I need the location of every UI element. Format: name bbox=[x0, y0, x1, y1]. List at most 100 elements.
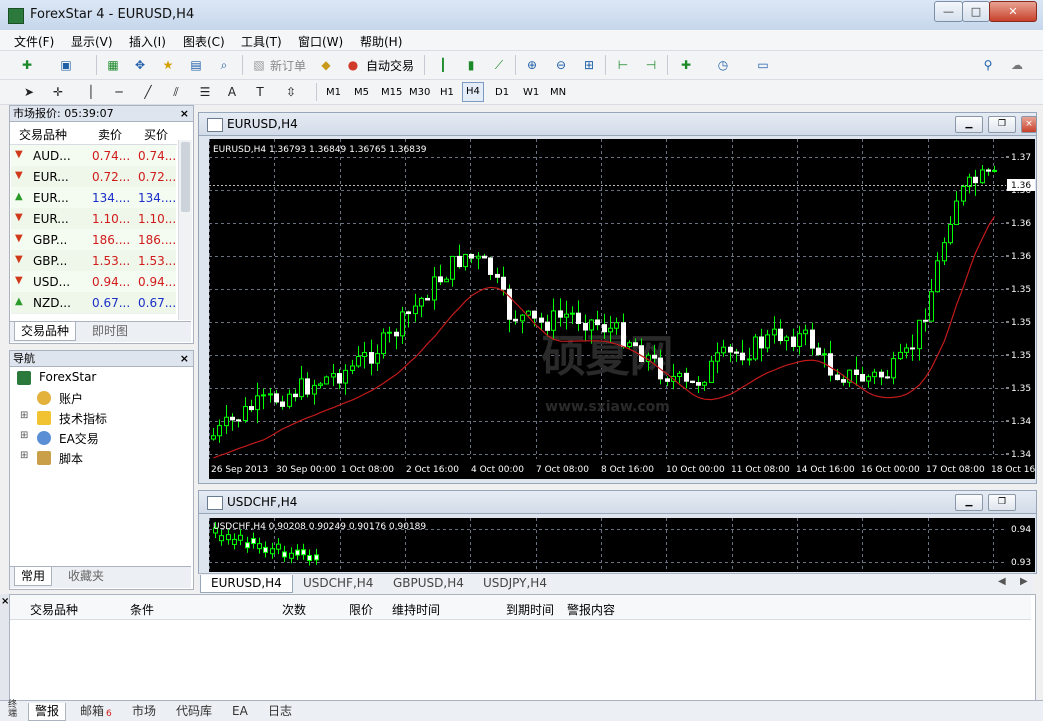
tab-journal[interactable]: 日志 bbox=[262, 703, 298, 720]
auto-trade-button[interactable]: 自动交易 bbox=[366, 57, 414, 74]
chat-icon[interactable]: ☁ bbox=[1008, 56, 1026, 74]
col-message[interactable]: 警报内容 bbox=[567, 601, 615, 618]
market-watch-row[interactable]: ▲ NZD... 0.67... 0.67... bbox=[11, 292, 176, 314]
chart-tab-eurusd[interactable]: EURUSD,H4 bbox=[200, 575, 293, 593]
chart-tab-gbpusd[interactable]: GBPUSD,H4 bbox=[383, 575, 474, 592]
menu-charts[interactable]: 图表(C) bbox=[183, 33, 225, 50]
eurusd-candlestick-chart[interactable]: 硕夏网www.sxiaw.comEURUSD,H4 1.36793 1.3684… bbox=[209, 139, 1035, 479]
periods-icon[interactable]: ◷ bbox=[714, 56, 732, 74]
chart-tab-usdchf[interactable]: USDCHF,H4 bbox=[293, 575, 383, 592]
market-watch-icon[interactable]: ▦ bbox=[104, 56, 122, 74]
minimize-button[interactable]: — bbox=[934, 1, 963, 22]
tab-tick-chart[interactable]: 即时图 bbox=[86, 322, 134, 340]
close-icon[interactable]: × bbox=[180, 351, 189, 366]
chart-minimize-button[interactable]: ▁ bbox=[955, 494, 983, 511]
close-icon[interactable]: × bbox=[180, 106, 189, 121]
tf-mn[interactable]: MN bbox=[547, 84, 569, 102]
candlestick-icon[interactable]: ▮ bbox=[462, 56, 480, 74]
tab-common[interactable]: 常用 bbox=[14, 567, 53, 586]
nav-indicators[interactable]: 技术指标 bbox=[59, 410, 107, 427]
expand-icon[interactable]: ⊞ bbox=[20, 410, 28, 421]
chart-minimize-button[interactable]: ▁ bbox=[955, 116, 983, 133]
expand-icon[interactable]: ⊞ bbox=[20, 430, 28, 441]
search-icon[interactable]: ⚲ bbox=[979, 56, 997, 74]
new-order-button[interactable]: 新订单 bbox=[270, 57, 306, 74]
market-watch-row[interactable]: ▼ GBP... 186.... 186.... bbox=[11, 229, 176, 251]
market-watch-row[interactable]: ▼ EUR... 0.72... 0.72... bbox=[11, 166, 176, 188]
tab-alerts[interactable]: 警报 bbox=[28, 703, 67, 721]
auto-trade-icon[interactable]: ● bbox=[344, 56, 362, 74]
col-bid[interactable]: 卖价 bbox=[98, 126, 122, 143]
tf-h1[interactable]: H1 bbox=[437, 84, 457, 102]
horizontal-line-icon[interactable]: ─ bbox=[110, 83, 128, 101]
chart-shift-icon[interactable]: ⊣ bbox=[642, 56, 660, 74]
fibonacci-icon[interactable]: ☰ bbox=[196, 83, 214, 101]
bar-chart-icon[interactable]: ┃ bbox=[434, 56, 452, 74]
chart-restore-button[interactable]: ❐ bbox=[988, 116, 1016, 133]
tab-codebase[interactable]: 代码库 bbox=[170, 703, 218, 720]
col-counter[interactable]: 次数 bbox=[282, 601, 306, 618]
tf-m1[interactable]: M1 bbox=[323, 84, 344, 102]
chart-tab-usdjpy[interactable]: USDJPY,H4 bbox=[473, 575, 557, 592]
menu-tools[interactable]: 工具(T) bbox=[241, 33, 282, 50]
col-symbol[interactable]: 交易品种 bbox=[19, 126, 67, 143]
cursor-icon[interactable]: ➤ bbox=[20, 83, 38, 101]
scroll-left-icon[interactable]: ◀ bbox=[998, 576, 1006, 587]
tf-h4[interactable]: H4 bbox=[462, 82, 484, 102]
menu-help[interactable]: 帮助(H) bbox=[360, 33, 402, 50]
profiles-icon[interactable]: ▣ bbox=[57, 56, 75, 74]
auto-scroll-icon[interactable]: ⊢ bbox=[614, 56, 632, 74]
trendline-icon[interactable]: ╱ bbox=[139, 83, 157, 101]
close-button[interactable]: ✕ bbox=[989, 1, 1037, 22]
tile-windows-icon[interactable]: ⊞ bbox=[580, 56, 598, 74]
line-chart-icon[interactable]: ⟋ bbox=[490, 56, 508, 74]
col-timeout[interactable]: 维持时间 bbox=[392, 601, 440, 618]
menu-view[interactable]: 显示(V) bbox=[71, 33, 113, 50]
market-watch-scrollbar[interactable] bbox=[178, 140, 192, 320]
arrows-icon[interactable]: ⇳ bbox=[282, 83, 300, 101]
channel-icon[interactable]: ⫽ bbox=[167, 83, 185, 101]
col-symbol[interactable]: 交易品种 bbox=[30, 601, 78, 618]
nav-accounts[interactable]: 账户 bbox=[59, 390, 83, 407]
new-chart-icon[interactable]: ✚ bbox=[18, 56, 36, 74]
indicators-icon[interactable]: ✚ bbox=[677, 56, 695, 74]
usdchf-candlestick-chart[interactable]: USDCHF,H4 0.90208 0.90249 0.90176 0.9018… bbox=[209, 518, 1035, 572]
tab-ea[interactable]: EA bbox=[226, 703, 254, 720]
scroll-right-icon[interactable]: ▶ bbox=[1020, 576, 1028, 587]
menu-window[interactable]: 窗口(W) bbox=[298, 33, 343, 50]
tab-market[interactable]: 市场 bbox=[126, 703, 162, 720]
data-window-icon[interactable]: ✥ bbox=[131, 56, 149, 74]
navigator-icon[interactable]: ★ bbox=[159, 56, 177, 74]
templates-icon[interactable]: ▭ bbox=[754, 56, 772, 74]
chart-close-button[interactable]: × bbox=[1021, 116, 1037, 133]
metaeditor-icon[interactable]: ◆ bbox=[317, 56, 335, 74]
market-watch-row[interactable]: ▼ GBP... 1.53... 1.53... bbox=[11, 250, 176, 272]
tab-mailbox[interactable]: 邮箱 bbox=[74, 703, 110, 720]
crosshair-icon[interactable]: ✛ bbox=[49, 83, 67, 101]
col-limit[interactable]: 限价 bbox=[349, 601, 373, 618]
zoom-out-icon[interactable]: ⊖ bbox=[552, 56, 570, 74]
tf-w1[interactable]: W1 bbox=[520, 84, 542, 102]
maximize-button[interactable]: □ bbox=[962, 1, 990, 22]
menu-file[interactable]: 文件(F) bbox=[14, 33, 54, 50]
expand-icon[interactable]: ⊞ bbox=[20, 450, 28, 461]
nav-expert-advisors[interactable]: EA交易 bbox=[59, 430, 99, 447]
strategy-tester-icon[interactable]: ⌕ bbox=[215, 56, 233, 74]
market-watch-row[interactable]: ▲ EUR... 134.... 134.... bbox=[11, 187, 176, 209]
tf-m5[interactable]: M5 bbox=[351, 84, 372, 102]
chart-restore-button[interactable]: ❐ bbox=[988, 494, 1016, 511]
tf-d1[interactable]: D1 bbox=[492, 84, 512, 102]
market-watch-row[interactable]: ▼ EUR... 1.10... 1.10... bbox=[11, 208, 176, 230]
col-ask[interactable]: 买价 bbox=[144, 126, 168, 143]
market-watch-row[interactable]: ▼ AUD... 0.74... 0.74... bbox=[11, 145, 176, 167]
nav-root[interactable]: ForexStar bbox=[39, 370, 96, 384]
menu-insert[interactable]: 插入(I) bbox=[129, 33, 166, 50]
tf-m30[interactable]: M30 bbox=[406, 84, 433, 102]
col-condition[interactable]: 条件 bbox=[130, 601, 154, 618]
new-order-icon[interactable]: ▧ bbox=[250, 56, 268, 74]
nav-scripts[interactable]: 脚本 bbox=[59, 450, 83, 467]
vertical-line-icon[interactable]: │ bbox=[82, 83, 100, 101]
market-watch-row[interactable]: ▼ USD... 0.94... 0.94... bbox=[11, 271, 176, 293]
tf-m15[interactable]: M15 bbox=[378, 84, 405, 102]
tab-symbols[interactable]: 交易品种 bbox=[14, 322, 77, 341]
